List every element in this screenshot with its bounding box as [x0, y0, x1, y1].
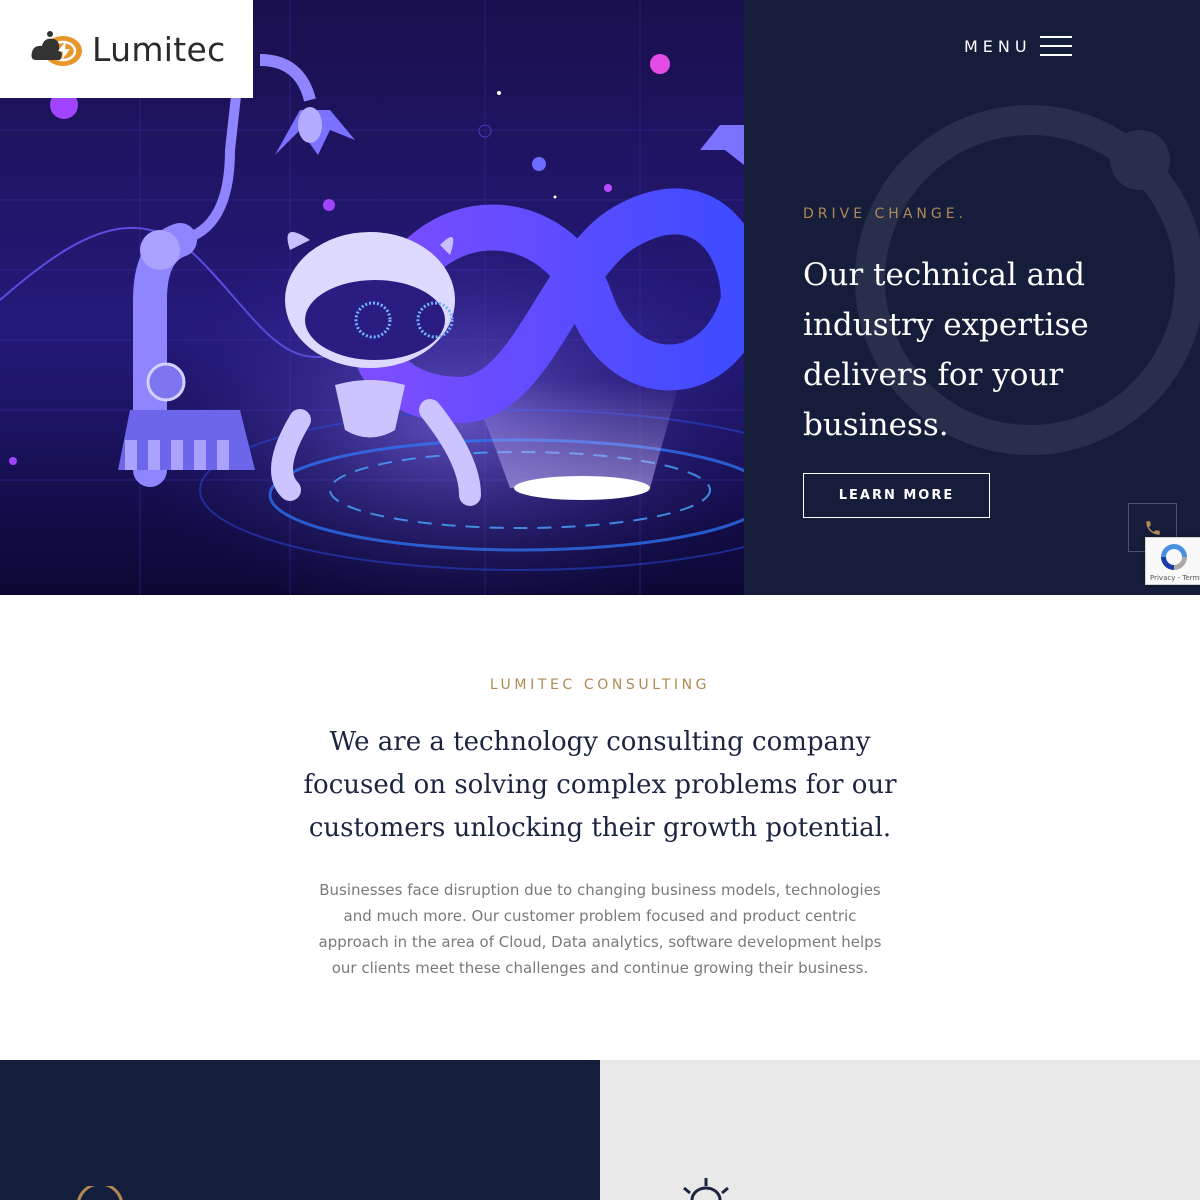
- hamburger-icon: [1039, 36, 1072, 56]
- about-eyebrow: LUMITEC CONSULTING: [489, 677, 711, 693]
- lightbulb-icon: [683, 1178, 729, 1200]
- learn-more-button[interactable]: LEARN MORE: [803, 473, 990, 518]
- menu-button[interactable]: MENU: [964, 36, 1072, 56]
- about-heading: We are a technology consulting company f…: [303, 727, 897, 843]
- logo[interactable]: Lumitec: [0, 0, 253, 98]
- feature-panel-light: [600, 1060, 1200, 1200]
- hero-title: Our technical and industry expertise del…: [803, 257, 1089, 443]
- about-section: LUMITEC CONSULTING We are a technology c…: [0, 595, 1200, 1060]
- feature-panel-dark: [0, 1060, 600, 1200]
- menu-label: MENU: [964, 36, 1032, 56]
- recaptcha-icon: [1161, 544, 1187, 570]
- hero-eyebrow: DRIVE CHANGE.: [803, 206, 968, 222]
- cloud-logo-icon: [31, 31, 82, 66]
- recaptcha-links[interactable]: Privacy - Terms: [1150, 574, 1200, 582]
- about-body: Businesses face disruption due to changi…: [318, 881, 882, 977]
- phone-icon: [1145, 520, 1160, 535]
- brand-name: Lumitec: [92, 29, 226, 69]
- circle-icon: [77, 1186, 123, 1200]
- recaptcha-badge[interactable]: Privacy - Terms: [1145, 537, 1200, 585]
- hero-section: Lumitec MENU DRIVE CHANGE. Our technical…: [0, 0, 1200, 595]
